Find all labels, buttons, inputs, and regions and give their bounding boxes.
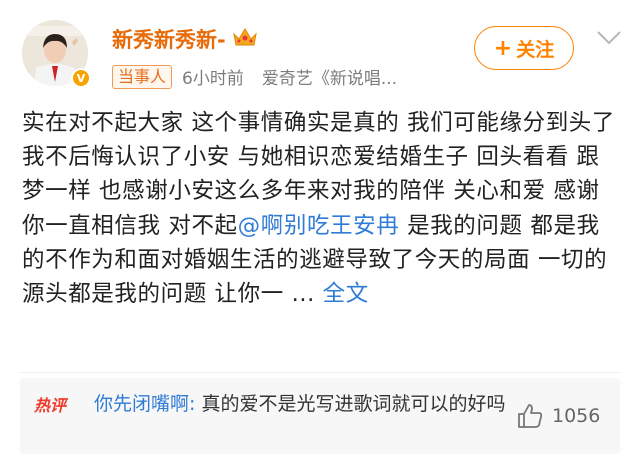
mention-link[interactable]: @啊别吃王安冉	[238, 213, 400, 239]
follow-button[interactable]: + 关注	[474, 26, 574, 70]
username-row[interactable]: 新秀新秀新-	[112, 24, 258, 54]
plus-icon: +	[493, 35, 513, 61]
like-button[interactable]: 1056	[516, 402, 600, 430]
full-text-link[interactable]: 全文	[323, 281, 369, 307]
comment-body: 真的爱不是光写进歌词就可以的好吗	[195, 393, 506, 415]
hot-comment[interactable]: 热评 你先闭嘴啊: 真的爱不是光写进歌词就可以的好吗 1056	[20, 378, 620, 454]
crown-icon	[232, 26, 258, 53]
post-source[interactable]: 爱奇艺《新说唱...	[262, 64, 397, 89]
post-meta: 当事人 6小时前 爱奇艺《新说唱...	[112, 64, 397, 89]
divider	[20, 372, 620, 373]
hot-comment-tag: 热评	[34, 396, 67, 415]
party-tag: 当事人	[112, 64, 173, 89]
post-content: 实在对不起大家 这个事情确实是真的 我们可能缘分到头了 我不后悔认识了小安 与她…	[22, 106, 622, 311]
follow-label: 关注	[516, 38, 555, 61]
thumbs-up-icon	[518, 404, 543, 428]
verified-v-icon: V	[73, 70, 89, 86]
verified-badge: V	[71, 68, 91, 88]
chevron-down-icon[interactable]	[596, 30, 622, 50]
commenter-name[interactable]: 你先闭嘴啊	[94, 393, 189, 415]
post-time: 6小时前	[182, 69, 244, 89]
like-count: 1056	[552, 405, 601, 427]
username[interactable]: 新秀新秀新-	[112, 24, 226, 54]
hot-comment-text: 你先闭嘴啊: 真的爱不是光写进歌词就可以的好吗	[94, 390, 514, 418]
